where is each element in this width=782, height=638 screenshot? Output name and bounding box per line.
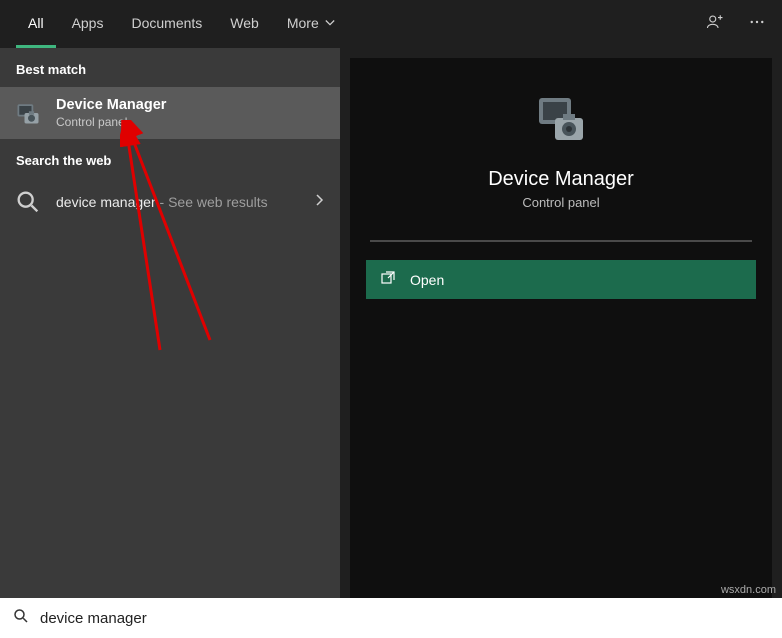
top-tab-bar: All Apps Documents Web More bbox=[0, 0, 782, 48]
search-scope-tabs: All Apps Documents Web More bbox=[16, 0, 706, 48]
tab-more[interactable]: More bbox=[275, 0, 347, 48]
more-options-icon[interactable] bbox=[748, 13, 766, 36]
web-result-text: device manager - See web results bbox=[56, 194, 300, 210]
detail-pane: Device Manager Control panel Open bbox=[350, 58, 772, 598]
search-input[interactable] bbox=[40, 610, 770, 627]
web-result-query: device manager bbox=[56, 194, 156, 210]
chevron-down-icon bbox=[325, 15, 335, 31]
results-left-pane: Best match Device Manager Control panel … bbox=[0, 48, 340, 598]
search-bar[interactable] bbox=[0, 598, 782, 638]
open-button[interactable]: Open bbox=[366, 260, 756, 299]
tab-all[interactable]: All bbox=[16, 0, 56, 48]
feedback-icon[interactable] bbox=[706, 13, 724, 36]
best-match-result[interactable]: Device Manager Control panel bbox=[0, 87, 340, 139]
detail-device-manager-icon bbox=[533, 90, 589, 146]
search-results-area: Best match Device Manager Control panel … bbox=[0, 48, 782, 598]
detail-subtitle: Control panel bbox=[522, 195, 599, 210]
detail-divider bbox=[370, 240, 752, 242]
detail-title: Device Manager bbox=[488, 168, 634, 191]
open-label: Open bbox=[410, 272, 444, 288]
web-result[interactable]: device manager - See web results bbox=[0, 178, 340, 226]
open-icon bbox=[380, 270, 396, 289]
best-match-title: Device Manager bbox=[56, 97, 326, 113]
search-icon bbox=[12, 607, 30, 630]
watermark: wsxdn.com bbox=[721, 584, 776, 596]
web-result-suffix: - See web results bbox=[156, 194, 268, 210]
chevron-right-icon bbox=[314, 193, 326, 211]
search-web-header: Search the web bbox=[0, 139, 340, 178]
search-icon bbox=[14, 188, 42, 216]
best-match-header: Best match bbox=[0, 48, 340, 87]
tab-apps[interactable]: Apps bbox=[60, 0, 116, 48]
device-manager-icon bbox=[14, 99, 42, 127]
tab-documents[interactable]: Documents bbox=[119, 0, 214, 48]
tab-more-label: More bbox=[287, 15, 319, 31]
best-match-subtitle: Control panel bbox=[56, 115, 326, 129]
tab-web[interactable]: Web bbox=[218, 0, 271, 48]
